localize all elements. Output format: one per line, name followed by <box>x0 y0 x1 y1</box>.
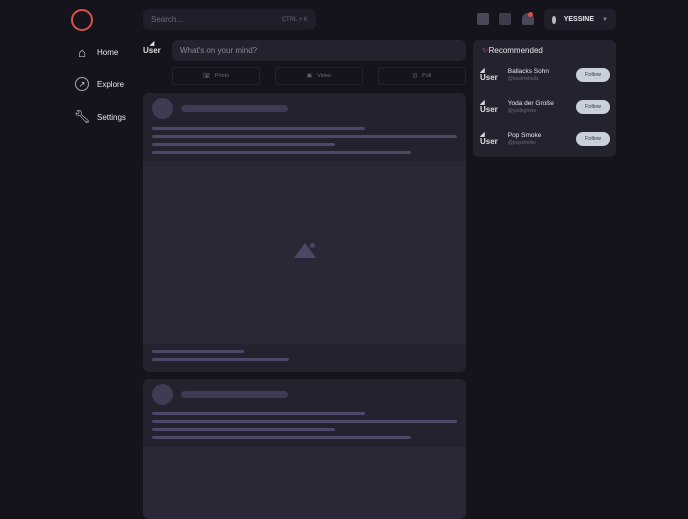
user-handle: @bizarreballz <box>507 76 539 82</box>
nav-label: Home <box>97 47 119 57</box>
user-handle: @popsmoke <box>507 140 536 146</box>
book-icon[interactable] <box>477 13 489 25</box>
user-name[interactable]: Pop Smoke <box>508 132 574 139</box>
user-avatar: ◢ User <box>480 132 498 146</box>
text-skeleton <box>152 151 411 154</box>
photo-button[interactable]: 📷︎ Photo <box>172 67 260 85</box>
user-name[interactable]: Ballacks Sohn <box>508 68 574 75</box>
sidebar-item-settings[interactable]: 🔧︎ Settings <box>73 109 126 124</box>
recommended-user: ◢ User Ballacks Sohn @bizarreballz Follow <box>480 68 610 82</box>
avatar-skeleton <box>152 98 173 119</box>
text-skeleton <box>152 127 365 130</box>
compass-icon: ↗ <box>75 77 89 91</box>
chevron-down-icon: ▼ <box>602 16 608 23</box>
search-shortcut: CTRL + K <box>281 16 308 23</box>
text-skeleton <box>152 428 335 431</box>
avatar-skeleton <box>152 384 173 405</box>
wrench-icon: 🔧︎ <box>73 109 91 124</box>
image-skeleton <box>143 161 466 344</box>
follow-button[interactable]: Follow <box>576 68 610 82</box>
home-icon: ⌂ <box>78 44 86 60</box>
video-label: Video <box>317 73 332 79</box>
image-skeleton <box>143 447 466 519</box>
nav-label: Explore <box>97 79 125 89</box>
recommended-user: ◢ User Yoda der Große @yodagross Follow <box>480 100 610 114</box>
video-icon: ▣ <box>306 73 313 79</box>
composer-avatar: ◢ User <box>143 41 161 55</box>
sidebar-item-home[interactable]: ⌂ Home <box>75 44 119 60</box>
recommended-user: ◢ User Pop Smoke @popsmoke Follow <box>480 132 610 146</box>
sparkle-icon: ✨︎ <box>482 46 489 55</box>
user-avatar: ◢ User <box>480 100 498 114</box>
poll-icon: ||| <box>412 73 418 79</box>
follow-button[interactable]: Follow <box>576 100 610 114</box>
camera-icon: 📷︎ <box>202 73 210 79</box>
recommended-panel: ✨︎Recommended ◢ User Ballacks Sohn @bizarr… <box>473 40 616 157</box>
text-skeleton <box>152 420 457 423</box>
poll-button[interactable]: ||| Poll <box>378 67 466 85</box>
user-avatar <box>552 15 556 24</box>
user-avatar: ◢ User <box>480 68 498 82</box>
text-skeleton <box>152 143 335 146</box>
name-skeleton <box>181 391 288 398</box>
text-skeleton <box>152 436 411 439</box>
nav-label: Settings <box>97 112 126 122</box>
notification-dot <box>528 12 533 17</box>
image-sun-icon <box>310 243 315 248</box>
message-icon[interactable] <box>499 13 511 25</box>
recommended-title: ✨︎Recommended <box>482 46 543 55</box>
user-handle: @yodagross <box>507 108 536 114</box>
text-skeleton <box>152 412 365 415</box>
username: YESSINE <box>563 16 595 23</box>
sidebar-item-explore[interactable]: ↗ Explore <box>75 77 124 91</box>
search-input[interactable]: Search... CTRL + K <box>143 9 316 30</box>
text-skeleton <box>152 135 457 138</box>
name-skeleton <box>181 105 288 112</box>
text-skeleton <box>152 358 289 361</box>
user-name[interactable]: Yoda der Große <box>508 100 574 107</box>
post-input[interactable]: What's on your mind? <box>172 40 466 61</box>
post-skeleton <box>143 379 466 519</box>
user-menu[interactable]: YESSINE ▼ <box>544 9 616 30</box>
video-button[interactable]: ▣ Video <box>275 67 363 85</box>
app-logo[interactable] <box>71 9 93 31</box>
poll-label: Poll <box>422 73 432 79</box>
text-skeleton <box>152 350 244 353</box>
post-placeholder: What's on your mind? <box>180 46 258 55</box>
photo-label: Photo <box>214 73 230 79</box>
post-skeleton <box>143 93 466 372</box>
follow-button[interactable]: Follow <box>576 132 610 146</box>
search-placeholder: Search... <box>151 15 184 24</box>
